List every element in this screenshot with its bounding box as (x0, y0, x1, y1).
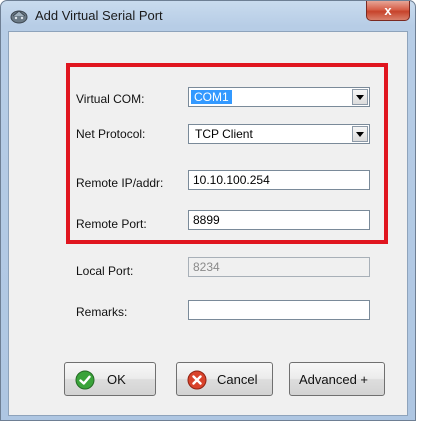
close-icon: x (384, 3, 392, 18)
cancel-button[interactable]: Cancel (176, 362, 273, 396)
local-port-label: Local Port: (76, 264, 134, 278)
cancel-icon (187, 370, 207, 390)
title-bar[interactable]: Add Virtual Serial Port x (1, 1, 415, 31)
local-port-input: 8234 (188, 257, 370, 277)
ok-label: OK (107, 372, 126, 387)
serial-port-icon (10, 10, 28, 24)
close-button[interactable]: x (366, 1, 410, 21)
highlight-frame (66, 63, 388, 244)
advanced-label: Advanced + (299, 372, 369, 387)
remarks-label: Remarks: (76, 305, 128, 319)
cancel-label: Cancel (217, 372, 258, 387)
checkmark-icon (75, 370, 95, 390)
advanced-button[interactable]: Advanced + (289, 362, 385, 396)
ok-button[interactable]: OK (64, 362, 156, 396)
remarks-input[interactable] (188, 300, 370, 320)
window-title: Add Virtual Serial Port (35, 8, 163, 23)
